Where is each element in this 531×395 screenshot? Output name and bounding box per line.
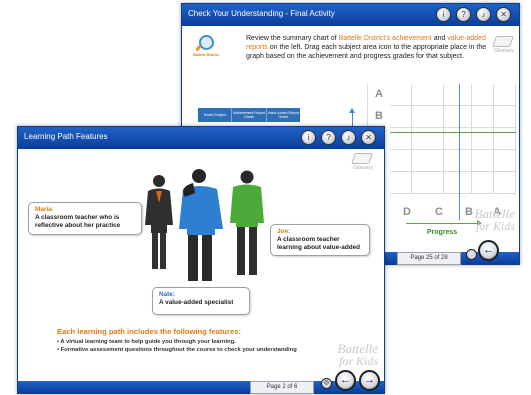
help-button[interactable]: ? <box>321 130 336 145</box>
audio-button[interactable]: ♪ <box>476 7 491 22</box>
tested-subject-header: Tested Subject <box>198 108 233 122</box>
value-added-header: Value-Added Report Grade <box>267 111 300 119</box>
instruction-text: Review the summary chart of Battelle Dis… <box>246 35 487 60</box>
back-previous-button[interactable]: ← <box>478 240 499 261</box>
close-button[interactable]: ✕ <box>361 130 376 145</box>
menu-button[interactable]: ◎ <box>321 378 332 389</box>
achievement-header: Achievement Report Grade <box>232 108 267 122</box>
back-page-indicator: Page 25 of 28 <box>397 252 461 265</box>
nate-name: Nate: <box>159 291 175 298</box>
joe-callout: Joe: A classroom teacher learning about … <box>270 224 370 256</box>
close-button[interactable]: ✕ <box>496 7 511 22</box>
info-button[interactable]: i <box>436 7 451 22</box>
maria-description: A classroom teacher who is reflective ab… <box>35 214 121 229</box>
magnifier-caption: Battelle District <box>193 53 219 57</box>
front-page-indicator: Page 2 of 6 <box>250 381 314 394</box>
row-label-a: A <box>375 88 383 100</box>
progress-axis-arrow <box>406 220 482 226</box>
achievement-threshold-line <box>390 132 516 133</box>
help-button[interactable]: ? <box>456 7 471 22</box>
summary-table-header: Tested Subject Achievement Report Grade … <box>198 108 300 122</box>
back-window-title: Check Your Understanding - Final Activit… <box>188 9 335 18</box>
nate-description: A value-added specialist <box>159 299 234 306</box>
glossary-icon[interactable]: Glossary <box>492 36 514 54</box>
joe-figure <box>230 170 264 275</box>
joe-name: Joe: <box>277 228 291 235</box>
front-window-title: Learning Path Features <box>24 132 108 141</box>
progress-axis-label: Progress <box>426 229 458 236</box>
maria-figure <box>145 175 173 269</box>
front-title-bar: Learning Path Features i ? ♪ ✕ <box>18 127 384 149</box>
previous-button[interactable]: ← <box>335 370 356 391</box>
nate-callout: Nate: A value-added specialist <box>152 287 250 315</box>
magnifier-icon[interactable]: Battelle District <box>193 34 219 57</box>
back-title-bar: Check Your Understanding - Final Activit… <box>182 4 519 26</box>
nate-figure <box>179 169 223 281</box>
col-label-c: C <box>435 206 443 218</box>
achievement-axis-arrow <box>349 108 355 126</box>
next-button[interactable]: → <box>359 370 380 391</box>
learning-path-window: Learning Path Features i ? ♪ ✕ Glossary … <box>17 126 385 394</box>
row-label-b: B <box>375 110 383 122</box>
joe-description: A classroom teacher learning about value… <box>277 236 361 251</box>
features-heading: Each learning path includes the followin… <box>57 327 241 336</box>
battelle-logo: Battelle for Kids <box>337 341 378 368</box>
maria-callout: Maria: A classroom teacher who is reflec… <box>28 202 142 235</box>
feature-item: • A virtual learning team to help guide … <box>57 339 236 345</box>
achievement-link[interactable]: Battelle District's achievement <box>339 35 432 42</box>
col-label-d: D <box>403 206 411 218</box>
glossary-icon[interactable]: Glossary <box>351 153 373 171</box>
back-menu-button[interactable] <box>466 249 477 260</box>
info-button[interactable]: i <box>301 130 316 145</box>
feature-item: • Formative assessment questions through… <box>57 347 297 353</box>
features-section: Each learning path includes the followin… <box>57 327 357 354</box>
grade-grid: A B F D C B A <box>367 84 516 220</box>
maria-name: Maria: <box>35 206 54 213</box>
battelle-logo: Battelle for Kids <box>474 206 515 233</box>
audio-button[interactable]: ♪ <box>341 130 356 145</box>
progress-threshold-line <box>459 84 460 220</box>
